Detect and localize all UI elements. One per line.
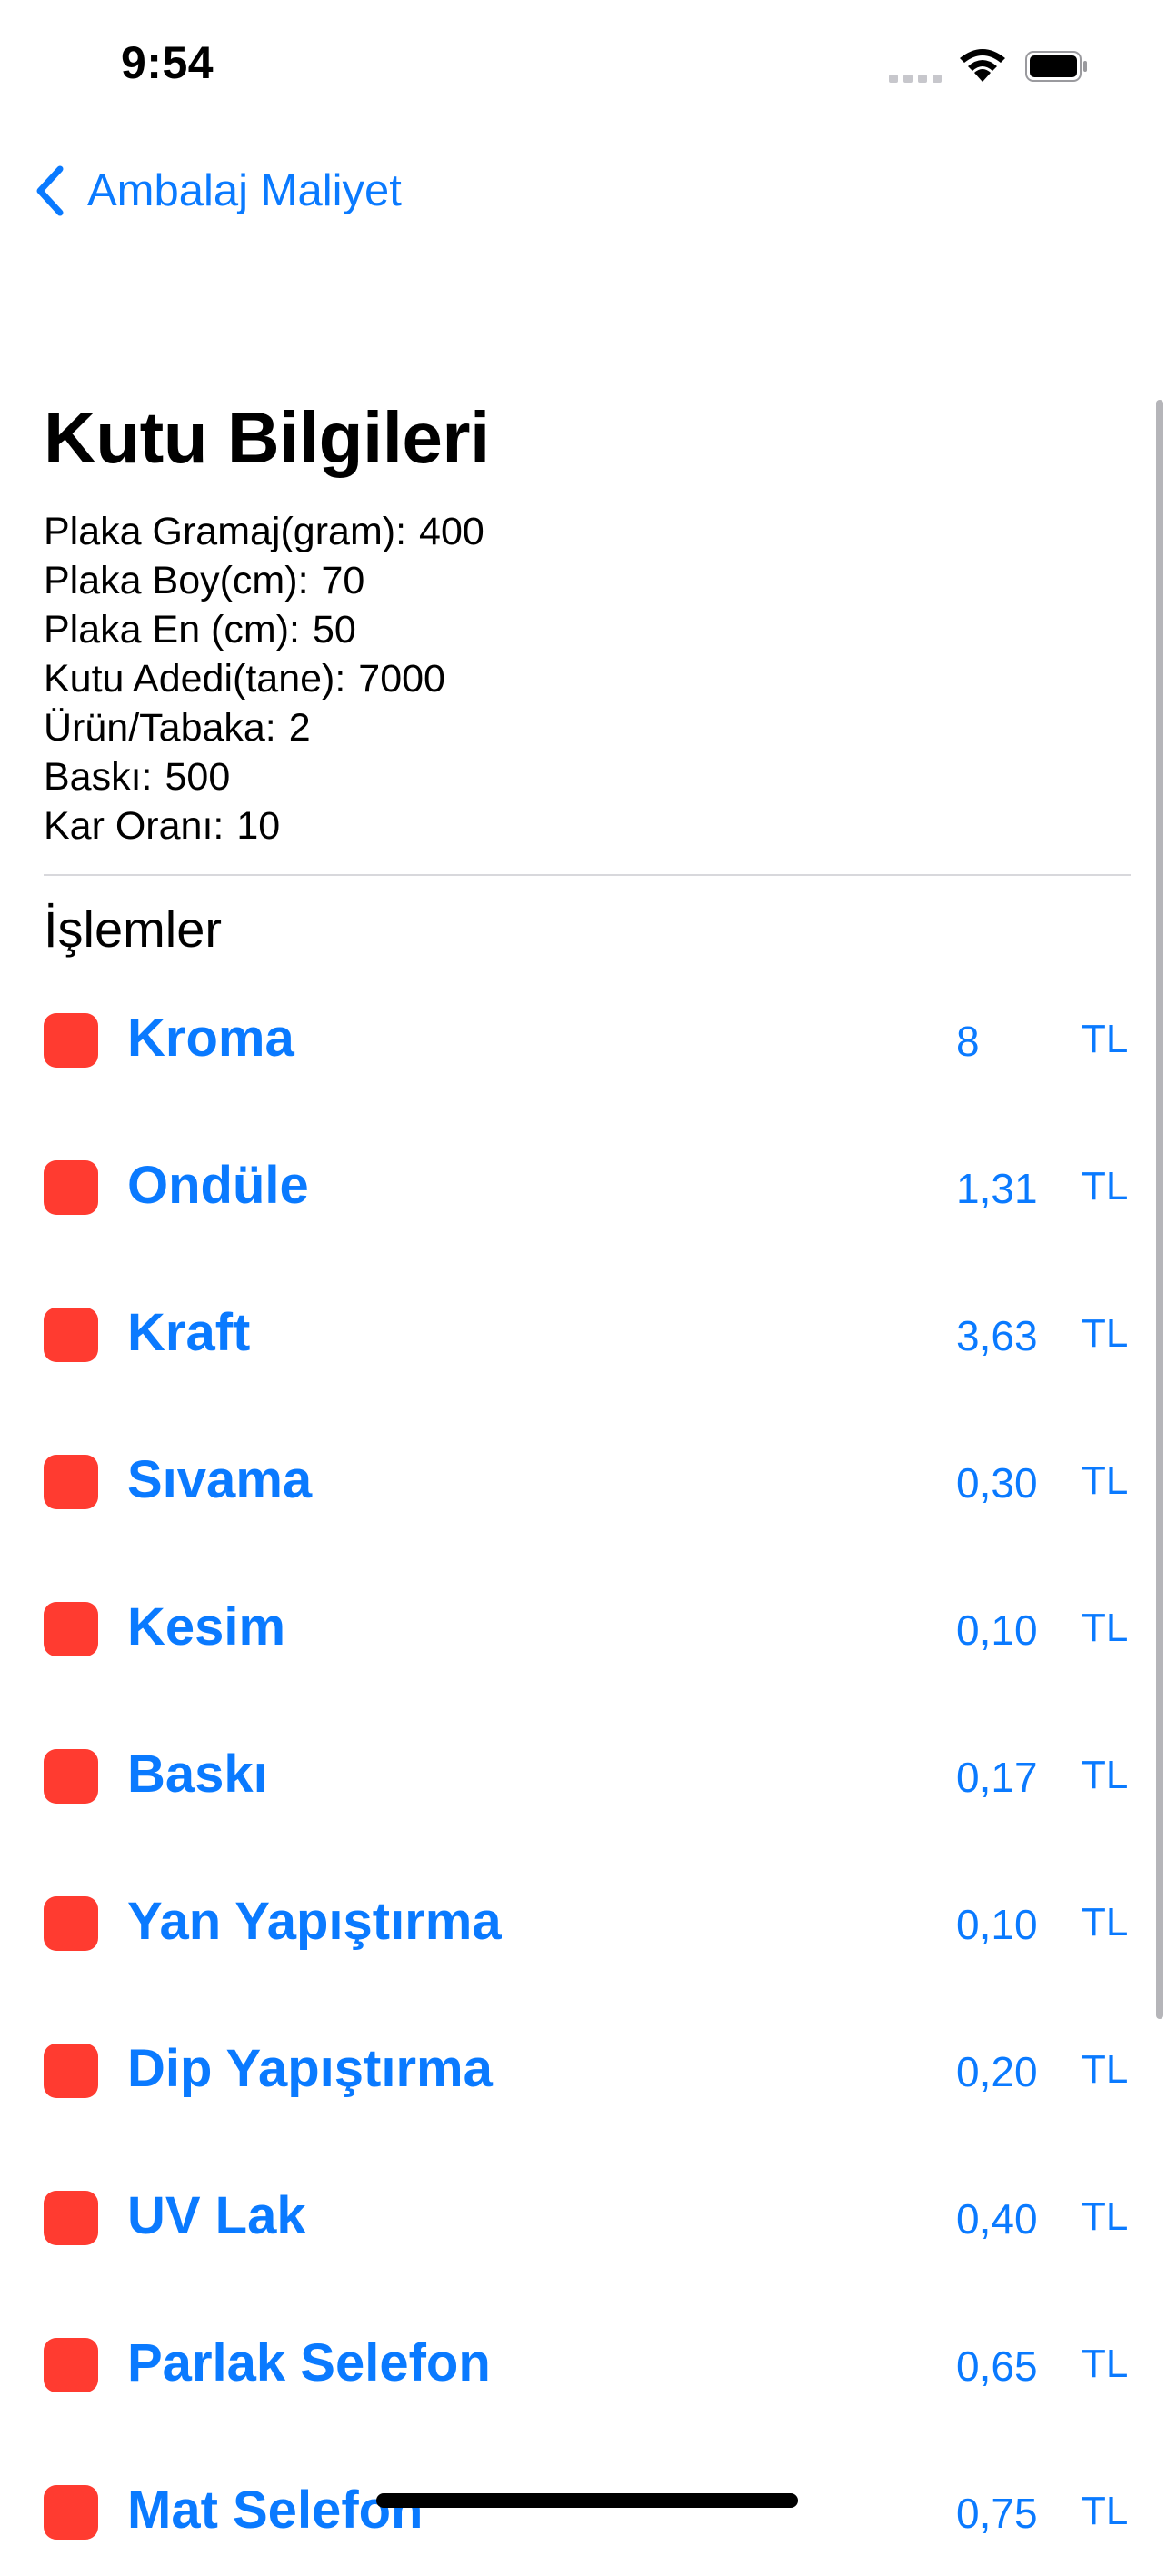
operation-row-kraft[interactable]: Kraft 3,63 TL: [0, 1289, 1167, 1398]
operation-name: Kroma: [127, 1009, 294, 1068]
currency-unit: TL: [1082, 2047, 1129, 2092]
currency-unit: TL: [1082, 1458, 1129, 1503]
operation-row-mat-selefon[interactable]: Mat Selefon 0,75 TL: [0, 2467, 1167, 2576]
operation-price: 1,31: [956, 1165, 1038, 1212]
currency-unit: TL: [1082, 2342, 1129, 2386]
info-label: Baskı:: [44, 755, 153, 799]
operation-name: Dip Yapıştırma: [127, 2039, 493, 2098]
operation-price: 0,75: [956, 2490, 1038, 2537]
info-label: Plaka Boy(cm):: [44, 559, 309, 602]
scrollbar[interactable]: [1156, 400, 1163, 2019]
info-row-plate-width: Plaka En (cm): 50: [44, 605, 484, 654]
info-value: 70: [321, 559, 365, 602]
checkbox[interactable]: [44, 2338, 98, 2392]
operation-row-kroma[interactable]: Kroma 8 TL: [0, 995, 1167, 1104]
checkbox[interactable]: [44, 1013, 98, 1068]
checkbox[interactable]: [44, 1160, 98, 1215]
operation-name: Sıvama: [127, 1450, 313, 1509]
checkbox[interactable]: [44, 2191, 98, 2245]
info-label: Ürün/Tabaka:: [44, 706, 276, 750]
info-label: Kar Oranı:: [44, 804, 224, 848]
info-row-plate-length: Plaka Boy(cm): 70: [44, 556, 484, 605]
info-row-print: Baskı: 500: [44, 752, 484, 801]
operation-row-ondule[interactable]: Ondüle 1,31 TL: [0, 1142, 1167, 1251]
info-value: 50: [312, 608, 356, 651]
operation-row-parlak-selefon[interactable]: Parlak Selefon 0,65 TL: [0, 2320, 1167, 2429]
info-value: 7000: [358, 657, 445, 701]
operation-name: Ondüle: [127, 1156, 309, 1215]
currency-unit: TL: [1082, 2489, 1129, 2533]
checkbox[interactable]: [44, 2044, 98, 2098]
checkbox[interactable]: [44, 2485, 98, 2540]
section-title: İşlemler: [44, 900, 223, 958]
info-value: 2: [288, 706, 311, 750]
operation-name: Parlak Selefon: [127, 2333, 491, 2392]
currency-unit: TL: [1082, 1753, 1129, 1797]
info-value: 10: [236, 804, 281, 848]
operation-price: 0,65: [956, 2342, 1038, 2390]
operation-price: 0,40: [956, 2195, 1038, 2243]
cellular-signal-icon: [889, 75, 942, 83]
back-button-label: Ambalaj Maliyet: [87, 166, 402, 215]
operation-name: Baskı: [127, 1745, 268, 1804]
checkbox[interactable]: [44, 1455, 98, 1509]
status-bar: 9:54: [0, 0, 1167, 127]
operation-row-yan-yapistirma[interactable]: Yan Yapıştırma 0,10 TL: [0, 1878, 1167, 1987]
info-row-box-count: Kutu Adedi(tane): 7000: [44, 654, 484, 703]
currency-unit: TL: [1082, 1164, 1129, 1208]
chevron-left-icon: [36, 165, 64, 216]
status-time: 9:54: [121, 37, 214, 88]
info-label: Plaka En (cm):: [44, 608, 300, 651]
operation-name: Yan Yapıştırma: [127, 1892, 502, 1951]
operation-price: 8: [956, 1018, 980, 1065]
checkbox[interactable]: [44, 1749, 98, 1804]
currency-unit: TL: [1082, 1311, 1129, 1356]
operation-price: 0,17: [956, 1754, 1038, 1801]
operation-price: 0,10: [956, 1901, 1038, 1948]
currency-unit: TL: [1082, 2194, 1129, 2239]
info-value: 500: [165, 755, 231, 799]
checkbox[interactable]: [44, 1602, 98, 1656]
box-info-list: Plaka Gramaj(gram): 400 Plaka Boy(cm): 70 …: [44, 507, 484, 850]
operation-name: Kraft: [127, 1303, 251, 1362]
info-row-plate-weight: Plaka Gramaj(gram): 400: [44, 507, 484, 556]
home-indicator[interactable]: [376, 2493, 798, 2508]
currency-unit: TL: [1082, 1606, 1129, 1650]
checkbox[interactable]: [44, 1308, 98, 1362]
operation-price: 0,20: [956, 2048, 1038, 2095]
operation-row-uv-lak[interactable]: UV Lak 0,40 TL: [0, 2173, 1167, 2282]
info-value: 400: [419, 510, 484, 553]
info-row-profit-rate: Kar Oranı: 10: [44, 801, 484, 850]
operation-name: Kesim: [127, 1597, 286, 1656]
currency-unit: TL: [1082, 1017, 1129, 1061]
operation-row-dip-yapistirma[interactable]: Dip Yapıştırma 0,20 TL: [0, 2025, 1167, 2134]
operation-price: 0,30: [956, 1459, 1038, 1507]
wifi-icon: [960, 49, 1005, 82]
currency-unit: TL: [1082, 1900, 1129, 1944]
checkbox[interactable]: [44, 1896, 98, 1951]
operation-price: 0,10: [956, 1606, 1038, 1654]
page-title: Kutu Bilgileri: [44, 397, 490, 478]
info-row-product-per-sheet: Ürün/Tabaka: 2: [44, 703, 484, 752]
operation-row-sivama[interactable]: Sıvama 0,30 TL: [0, 1437, 1167, 1546]
back-button[interactable]: Ambalaj Maliyet: [33, 159, 402, 223]
operation-name: Mat Selefon: [127, 2481, 424, 2540]
info-label: Kutu Adedi(tane):: [44, 657, 346, 701]
operation-row-kesim[interactable]: Kesim 0,10 TL: [0, 1584, 1167, 1693]
operation-price: 3,63: [956, 1312, 1038, 1359]
operation-row-baski[interactable]: Baskı 0,17 TL: [0, 1731, 1167, 1840]
divider: [44, 874, 1131, 876]
info-label: Plaka Gramaj(gram):: [44, 510, 407, 553]
operation-name: UV Lak: [127, 2186, 306, 2245]
battery-icon: [1025, 51, 1087, 82]
